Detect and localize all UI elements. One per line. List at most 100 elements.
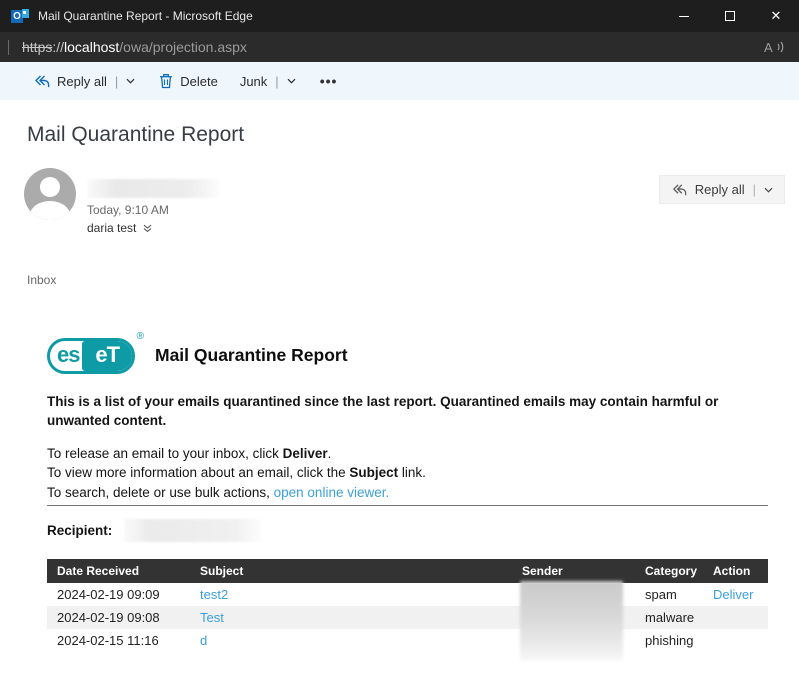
reading-pane: Mail Quarantine Report Today, 9:10 AM da… (0, 100, 799, 691)
report-title: Mail Quarantine Report (155, 345, 348, 366)
read-aloud-button[interactable]: A (764, 39, 786, 55)
toolbar-junk-button[interactable]: Junk | (240, 74, 296, 89)
owa-command-bar: Reply all | Delete Junk | ••• (0, 62, 799, 100)
sender-column-redacted (520, 581, 623, 661)
col-header-action: Action (713, 559, 768, 583)
outlook-icon-page (22, 9, 29, 18)
url-host: localhost (64, 39, 119, 55)
instruction-text: To view more information about an email,… (47, 465, 349, 480)
avatar-person-icon (40, 177, 60, 197)
recipient-line-label: daria test (87, 221, 136, 235)
address-bar[interactable]: https://localhost/owa/projection.aspx A (0, 32, 799, 62)
subject-link[interactable]: test2 (200, 587, 228, 602)
subject-link[interactable]: Test (200, 610, 224, 625)
svg-text:A: A (764, 40, 773, 55)
toolbar-reply-all-label: Reply all (57, 74, 107, 89)
cell-date: 2024-02-19 09:09 (47, 583, 200, 606)
recipient-row: Recipient: (47, 519, 768, 542)
instruction-text: To search, delete or use bulk actions, (47, 485, 274, 500)
cell-category: phishing (645, 629, 713, 652)
deliver-link[interactable]: Deliver (713, 587, 753, 602)
subject-link[interactable]: d (200, 633, 207, 648)
button-divider: | (753, 182, 756, 197)
email-body: es eT ® Mail Quarantine Report This is a… (47, 336, 768, 652)
read-aloud-icon: A (764, 39, 786, 55)
recipient-value-redacted (124, 519, 261, 542)
eset-logo-right-text: eT (82, 341, 132, 371)
eset-logo-pill: es eT (47, 338, 135, 374)
recipient-label: Recipient: (47, 523, 112, 538)
maximize-button[interactable] (707, 0, 753, 32)
quarantine-table: Date Received Subject Sender Category Ac… (47, 559, 768, 652)
url-text[interactable]: https://localhost/owa/projection.aspx (22, 39, 247, 55)
expand-double-chevron-icon[interactable] (143, 224, 152, 233)
page-title: Mail Quarantine Report (0, 100, 799, 147)
chevron-down-icon[interactable] (126, 78, 135, 84)
cell-action (713, 606, 768, 629)
cell-date: 2024-02-15 11:16 (47, 629, 200, 652)
browser-titlebar: O Mail Quarantine Report - Microsoft Edg… (0, 0, 799, 32)
chevron-down-icon[interactable] (287, 78, 296, 84)
divider-rule (47, 505, 768, 506)
report-instructions: To release an email to your inbox, click… (47, 444, 768, 503)
instruction-online-viewer: To search, delete or use bulk actions, o… (47, 483, 768, 503)
toolbar-delete-button[interactable]: Delete (159, 73, 218, 89)
trash-icon (159, 73, 173, 89)
recipient-line[interactable]: daria test (87, 221, 152, 235)
table-row: 2024-02-19 09:09 test2 spam Deliver (47, 583, 768, 606)
registered-trademark-icon: ® (137, 331, 144, 342)
folder-label: Inbox (27, 273, 799, 287)
instruction-bold-subject: Subject (349, 465, 398, 480)
table-row: 2024-02-19 09:08 Test malware (47, 606, 768, 629)
avatar-shoulders (30, 201, 70, 220)
report-header-row: es eT ® Mail Quarantine Report (47, 336, 768, 374)
url-path: /owa/projection.aspx (119, 39, 247, 55)
col-header-subject: Subject (200, 559, 522, 583)
outlook-icon: O (11, 9, 29, 24)
table-row: 2024-02-15 11:16 d phishing (47, 629, 768, 652)
toolbar-divider: | (115, 74, 118, 89)
toolbar-more-button[interactable]: ••• (320, 73, 338, 89)
chevron-down-icon[interactable] (764, 187, 773, 193)
toolbar-divider: | (275, 74, 278, 89)
sender-name-redacted (87, 179, 219, 198)
instruction-bold-deliver: Deliver (283, 446, 328, 461)
col-header-category: Category (645, 559, 713, 583)
cell-date: 2024-02-19 09:08 (47, 606, 200, 629)
minimize-button[interactable] (661, 0, 707, 32)
received-time: Today, 9:10 AM (87, 203, 169, 217)
reply-all-button-label: Reply all (695, 182, 745, 197)
report-intro: This is a list of your emails quarantine… (47, 392, 752, 430)
table-header-row: Date Received Subject Sender Category Ac… (47, 559, 768, 583)
eset-logo: es eT ® (47, 336, 139, 374)
url-scheme: https (22, 39, 52, 55)
quarantine-table-wrap: Date Received Subject Sender Category Ac… (47, 559, 768, 652)
col-header-date: Date Received (47, 559, 200, 583)
reply-all-action-button[interactable]: Reply all | (659, 175, 785, 204)
instruction-text: link. (398, 465, 426, 480)
address-bar-separator (8, 40, 9, 55)
window-title: Mail Quarantine Report - Microsoft Edge (38, 9, 253, 23)
reply-all-icon (671, 183, 687, 197)
minimize-icon (679, 16, 689, 17)
close-button[interactable]: ✕ (753, 0, 799, 32)
maximize-icon (725, 11, 735, 21)
eset-logo-left-text: es (50, 341, 82, 371)
instruction-text: . (328, 446, 332, 461)
cell-action (713, 629, 768, 652)
reply-all-icon (33, 74, 50, 89)
cell-category: spam (645, 583, 713, 606)
avatar[interactable] (24, 168, 76, 220)
url-separator: :// (52, 39, 64, 55)
instruction-subject: To view more information about an email,… (47, 463, 768, 483)
open-online-viewer-link[interactable]: open online viewer. (274, 485, 390, 500)
col-header-sender: Sender (522, 559, 645, 583)
message-header: Today, 9:10 AM daria test Reply all | (0, 168, 799, 240)
toolbar-reply-all-button[interactable]: Reply all | (33, 74, 135, 89)
window-controls: ✕ (661, 0, 799, 32)
cell-category: malware (645, 606, 713, 629)
instruction-text: To release an email to your inbox, click (47, 446, 283, 461)
toolbar-junk-label: Junk (240, 74, 267, 89)
instruction-deliver: To release an email to your inbox, click… (47, 444, 768, 464)
toolbar-delete-label: Delete (180, 74, 218, 89)
